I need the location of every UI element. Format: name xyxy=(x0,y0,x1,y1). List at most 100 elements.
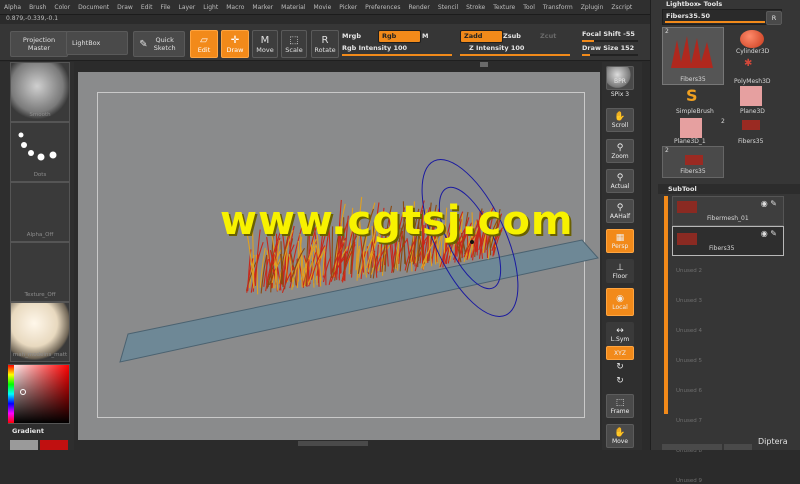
spix-slider[interactable]: SPix 3 xyxy=(604,91,636,98)
focal-shift-track[interactable] xyxy=(582,40,638,42)
m-toggle[interactable]: M xyxy=(422,32,428,40)
simplebrush-tool-icon[interactable]: S xyxy=(686,86,698,105)
unused-subtool-slot[interactable]: Unused 4 xyxy=(676,328,702,334)
move-label: Move xyxy=(256,45,274,54)
lsym-button[interactable]: ↔ L.Sym xyxy=(606,322,634,346)
lightbox-button[interactable]: LightBox xyxy=(66,31,128,55)
rgb-toggle[interactable]: Rgb xyxy=(378,30,421,43)
subtool-list-button[interactable] xyxy=(662,444,722,450)
menu-item-tool[interactable]: Tool xyxy=(519,4,539,11)
visibility-eye-icon[interactable]: ◉ ✎ xyxy=(761,199,777,208)
plane3d-1-tool-icon[interactable] xyxy=(680,118,702,138)
move-button[interactable]: M Move xyxy=(252,30,278,58)
menu-item-zscript[interactable]: Zscript xyxy=(607,4,636,11)
menu-item-material[interactable]: Material xyxy=(277,4,309,11)
zcut-toggle[interactable]: Zcut xyxy=(540,32,556,40)
viewport-scene[interactable] xyxy=(78,72,600,440)
fibers35-c-tool-icon[interactable] xyxy=(742,120,760,130)
draw-button[interactable]: ✛ Draw xyxy=(221,30,249,58)
unused-subtool-slot[interactable]: Unused 6 xyxy=(676,388,702,394)
menu-item-texture[interactable]: Texture xyxy=(489,4,519,11)
color-picker[interactable] xyxy=(8,364,70,424)
menu-item-brush[interactable]: Brush xyxy=(25,4,50,11)
draw-size-value: 152 xyxy=(620,44,635,52)
mrgb-toggle[interactable]: Mrgb xyxy=(342,32,361,40)
hue-strip[interactable] xyxy=(8,365,14,423)
secondary-color-swatch[interactable] xyxy=(10,440,38,450)
draw-size-slider[interactable]: Draw Size 152 xyxy=(582,44,634,52)
color-picker-cursor[interactable] xyxy=(20,389,26,395)
local-button[interactable]: ◉ Local xyxy=(606,288,634,316)
projection-master-button[interactable]: Projection Master xyxy=(10,31,68,57)
primary-color-swatch[interactable] xyxy=(40,440,68,450)
cylinder-tool-icon[interactable] xyxy=(740,30,764,48)
menu-item-edit[interactable]: Edit xyxy=(137,4,157,11)
scale-label: Scale xyxy=(285,45,303,54)
subtool-item-fibers35[interactable]: Fibers35 ◉ ✎ xyxy=(672,226,784,256)
menu-item-draw[interactable]: Draw xyxy=(113,4,137,11)
menu-item-document[interactable]: Document xyxy=(74,4,113,11)
menu-item-stencil[interactable]: Stencil xyxy=(434,4,462,11)
menu-item-stroke[interactable]: Stroke xyxy=(462,4,489,11)
visibility-eye-icon[interactable]: ◉ ✎ xyxy=(761,229,777,238)
fibermesh-icon xyxy=(677,201,697,213)
r-button[interactable]: R xyxy=(766,11,782,25)
z-intensity-track[interactable] xyxy=(460,54,570,56)
menu-item-picker[interactable]: Picker xyxy=(335,4,361,11)
current-tool-label: Fibers35. xyxy=(666,12,701,20)
actual-button[interactable]: ⚲ Actual xyxy=(606,169,634,193)
menu-item-zplugin[interactable]: Zplugin xyxy=(577,4,608,11)
menu-item-movie[interactable]: Movie xyxy=(310,4,336,11)
plane3d-tool-icon[interactable] xyxy=(740,86,762,106)
subtool-list-button-2[interactable] xyxy=(724,444,752,450)
unused-subtool-slot[interactable]: Unused 5 xyxy=(676,358,702,364)
menu-item-alpha[interactable]: Alpha xyxy=(0,4,25,11)
menu-item-macro[interactable]: Macro xyxy=(222,4,248,11)
subtool-scrollbar[interactable] xyxy=(664,196,668,414)
quick-sketch-button[interactable]: ✎ Quick Sketch xyxy=(133,31,185,57)
menu-item-color[interactable]: Color xyxy=(50,4,74,11)
menu-item-file[interactable]: File xyxy=(156,4,174,11)
zoom-button[interactable]: ⚲ Zoom xyxy=(606,139,634,163)
menu-item-light[interactable]: Light xyxy=(199,4,222,11)
draw-size-track[interactable] xyxy=(582,54,638,56)
persp-button[interactable]: ▦ Persp xyxy=(606,229,634,253)
corner-label: Diptera xyxy=(758,437,788,446)
canvas-top-handle[interactable] xyxy=(480,62,488,67)
tool-fibers35-selected[interactable]: 2 Fibers35 xyxy=(662,27,724,85)
frame-button[interactable]: ⬚ Frame xyxy=(606,394,634,418)
zsub-toggle[interactable]: Zsub xyxy=(503,32,521,40)
rgb-intensity-track[interactable] xyxy=(342,54,452,56)
zadd-toggle[interactable]: Zadd xyxy=(460,30,503,43)
current-tool-slider[interactable]: Fibers35. 50 xyxy=(662,9,782,25)
menu-item-marker[interactable]: Marker xyxy=(248,4,277,11)
menu-item-preferences[interactable]: Preferences xyxy=(361,4,404,11)
subtool-header[interactable]: SubTool xyxy=(658,184,800,194)
move-view-button[interactable]: ✋ Move xyxy=(606,424,634,448)
rgb-intensity-slider[interactable]: Rgb Intensity 100 xyxy=(342,44,407,52)
cursor-coordinates: 0.879,-0.339,-0.1 xyxy=(6,15,59,22)
xyz-button[interactable]: XYZ xyxy=(606,346,634,360)
edit-button[interactable]: ▱ Edit xyxy=(190,30,218,58)
menu-item-render[interactable]: Render xyxy=(404,4,433,11)
scroll-button[interactable]: ✋ Scroll xyxy=(606,108,634,132)
rotate-z-icon[interactable]: ↻ xyxy=(604,376,636,386)
floor-button[interactable]: ⊥ Floor xyxy=(606,259,634,283)
subtool-item-fibermesh[interactable]: Fibermesh_01 ◉ ✎ xyxy=(672,196,784,226)
lightbox-tools-title[interactable]: Lightbox▸ Tools xyxy=(666,0,722,8)
unused-subtool-slot[interactable]: Unused 3 xyxy=(676,298,702,304)
aahalf-button[interactable]: ⚲ AAHalf xyxy=(606,199,634,223)
tool-fibers35-b[interactable]: 2 Fibers35 xyxy=(662,146,724,178)
z-intensity-slider[interactable]: Z Intensity 100 xyxy=(469,44,524,52)
menu-item-layer[interactable]: Layer xyxy=(175,4,200,11)
scale-button[interactable]: ⬚ Scale xyxy=(281,30,307,58)
unused-subtool-slot[interactable]: Unused 7 xyxy=(676,418,702,424)
unused-subtool-slot[interactable]: Unused 2 xyxy=(676,268,702,274)
rotate-y-icon[interactable]: ↻ xyxy=(604,362,636,372)
rotate-button[interactable]: R Rotate xyxy=(311,30,339,58)
focal-shift-slider[interactable]: Focal Shift -55 xyxy=(582,30,635,38)
polymesh-tool-icon[interactable]: ✱ xyxy=(744,58,752,69)
unused-subtool-slot[interactable]: Unused 9 xyxy=(676,478,702,484)
canvas-bottom-handle[interactable] xyxy=(298,441,368,446)
menu-item-transform[interactable]: Transform xyxy=(539,4,577,11)
